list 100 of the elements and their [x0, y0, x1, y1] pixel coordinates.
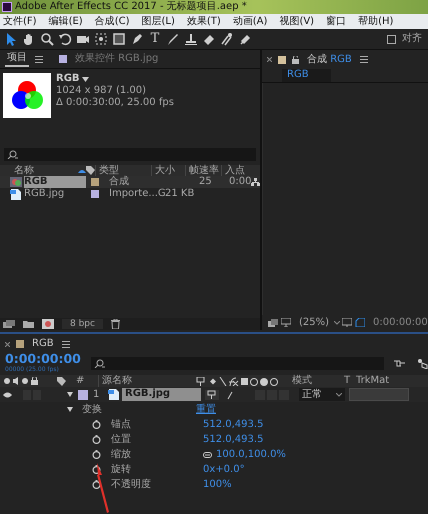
stopwatch-icon[interactable]	[92, 450, 101, 459]
preview-details: 1024 x 987 (1.00)	[56, 85, 148, 97]
monitor-icon[interactable]	[280, 318, 290, 327]
item-type: 合成	[109, 176, 130, 188]
column-header[interactable]: #	[76, 375, 98, 387]
property-value[interactable]: 0x+0.0°	[203, 464, 245, 476]
stopwatch-icon[interactable]	[92, 435, 101, 444]
menu-item[interactable]: 窗口	[326, 16, 346, 28]
window-title: Adobe After Effects CC 2017 - 无标题项目.aep *	[15, 1, 247, 13]
dropdown-caret-icon[interactable]	[82, 76, 90, 82]
menu-item[interactable]: 文件(F)	[3, 16, 37, 28]
close-icon[interactable]	[5, 342, 10, 346]
snapshot-icon[interactable]	[268, 318, 278, 326]
project-item[interactable]: RGB	[24, 176, 86, 188]
column-header[interactable]: T	[344, 375, 356, 387]
stamp-icon[interactable]	[184, 32, 198, 46]
chevron-down-icon[interactable]	[334, 320, 340, 324]
menu-item[interactable]: 编辑(E)	[48, 16, 83, 28]
zoom-icon[interactable]	[40, 32, 54, 46]
annotation-arrow	[96, 463, 110, 513]
tab-color-icon	[59, 55, 67, 63]
layer-name[interactable]: RGB.jpg	[122, 388, 201, 401]
property-value[interactable]: 512.0,493.5	[203, 434, 264, 446]
bit-depth-button[interactable]: 8 bpc	[62, 318, 103, 330]
snap-checkbox[interactable]	[387, 34, 396, 44]
layer-number: 1	[92, 388, 100, 400]
image-file-icon	[10, 188, 22, 200]
property-name: 不透明度	[111, 478, 152, 490]
pen-icon[interactable]	[130, 32, 144, 46]
property-name: 锚点	[111, 418, 132, 430]
stopwatch-icon[interactable]	[92, 420, 101, 429]
item-size: 21 KB	[165, 188, 196, 200]
menu-item[interactable]: 图层(L)	[141, 16, 175, 28]
property-value[interactable]: 100%	[203, 478, 232, 490]
item-frame-rate: 25	[199, 176, 213, 188]
menu-item[interactable]: 动画(A)	[232, 16, 268, 28]
new-composition-icon[interactable]	[42, 319, 54, 329]
transparency-grid-icon[interactable]	[354, 318, 365, 327]
draft-3d-icon[interactable]	[416, 358, 428, 368]
timeline-tab[interactable]: RGB	[30, 337, 56, 351]
trash-icon[interactable]	[110, 319, 120, 329]
project-item[interactable]: RGB.jpg	[24, 188, 86, 200]
item-in-point: 0:00	[229, 176, 251, 188]
panel-menu-icon[interactable]	[35, 56, 43, 62]
property-group-name: 变换	[82, 404, 103, 416]
panel-tab[interactable]: 合成 RGB	[305, 52, 354, 66]
close-icon[interactable]	[267, 57, 272, 62]
magnification-dropdown[interactable]: (25%)	[299, 316, 330, 328]
property-value[interactable]: 512.0,493.5	[203, 418, 264, 430]
expand-triangle-icon[interactable]	[67, 392, 73, 397]
menu-item[interactable]: 合成(C)	[94, 16, 130, 28]
panel-tab[interactable]: 项目	[5, 51, 29, 67]
preview-details: Δ 0:00:30:00, 25.00 fps	[56, 97, 174, 109]
expand-triangle-icon[interactable]	[67, 407, 73, 412]
property-value[interactable]: 100.0,100.0%	[216, 448, 286, 460]
column-header[interactable]: 模式	[292, 375, 344, 387]
eye-icon[interactable]	[3, 392, 12, 398]
menu-item[interactable]: 视图(V)	[279, 16, 314, 28]
property-name: 位置	[111, 434, 132, 446]
composition-flowchart-icon[interactable]	[394, 358, 406, 368]
stopwatch-icon[interactable]	[92, 480, 101, 489]
search-field[interactable]	[90, 356, 384, 370]
property-name: 缩放	[111, 448, 132, 460]
rectangle-tool-icon[interactable]	[112, 32, 126, 46]
viewer-tab[interactable]: RGB	[282, 69, 331, 82]
rotate-icon[interactable]	[58, 32, 72, 46]
type-tool-button[interactable]: T	[148, 32, 162, 46]
timecode[interactable]: 0:00:00:00	[5, 353, 81, 366]
panel-menu-icon[interactable]	[360, 56, 368, 63]
snap-label: 对齐	[402, 33, 422, 45]
preview-name: RGB	[56, 73, 80, 85]
flowchart-icon	[251, 178, 260, 186]
interpret-footage-icon[interactable]	[3, 320, 15, 328]
sort-indicator-icon	[78, 168, 86, 172]
image-file-icon	[108, 389, 120, 400]
search-icon	[7, 150, 18, 159]
panel-tab[interactable]: 效果控件 RGB.jpg	[73, 52, 160, 66]
chevron-down-icon	[336, 392, 342, 396]
reset-link[interactable]: 重置	[196, 404, 216, 416]
app-logo-icon	[2, 2, 12, 12]
column-header[interactable]: TrkMat	[356, 375, 400, 387]
lock-icon[interactable]	[292, 56, 299, 64]
menu-item[interactable]: 帮助(H)	[358, 16, 394, 28]
constrain-proportions-icon[interactable]	[203, 452, 212, 458]
item-type: Importe...G	[109, 188, 165, 200]
current-time[interactable]: 0:00:00:00	[373, 316, 428, 328]
stopwatch-icon[interactable]	[92, 465, 101, 474]
folder-icon[interactable]	[23, 320, 34, 328]
eraser-icon[interactable]	[202, 32, 216, 46]
search-icon	[94, 358, 105, 368]
selection-arrow-icon[interactable]	[4, 32, 18, 46]
region-icon[interactable]	[342, 318, 352, 327]
menu-item[interactable]: 效果(T)	[186, 16, 221, 28]
search-field[interactable]	[4, 148, 256, 161]
brush-icon[interactable]	[166, 32, 180, 46]
property-name: 旋转	[111, 464, 132, 476]
blend-mode-dropdown[interactable]: 正常	[299, 388, 345, 401]
pan-behind-icon[interactable]	[94, 32, 108, 46]
roto-brush-icon[interactable]	[220, 32, 234, 46]
panel-menu-icon[interactable]	[62, 340, 70, 348]
